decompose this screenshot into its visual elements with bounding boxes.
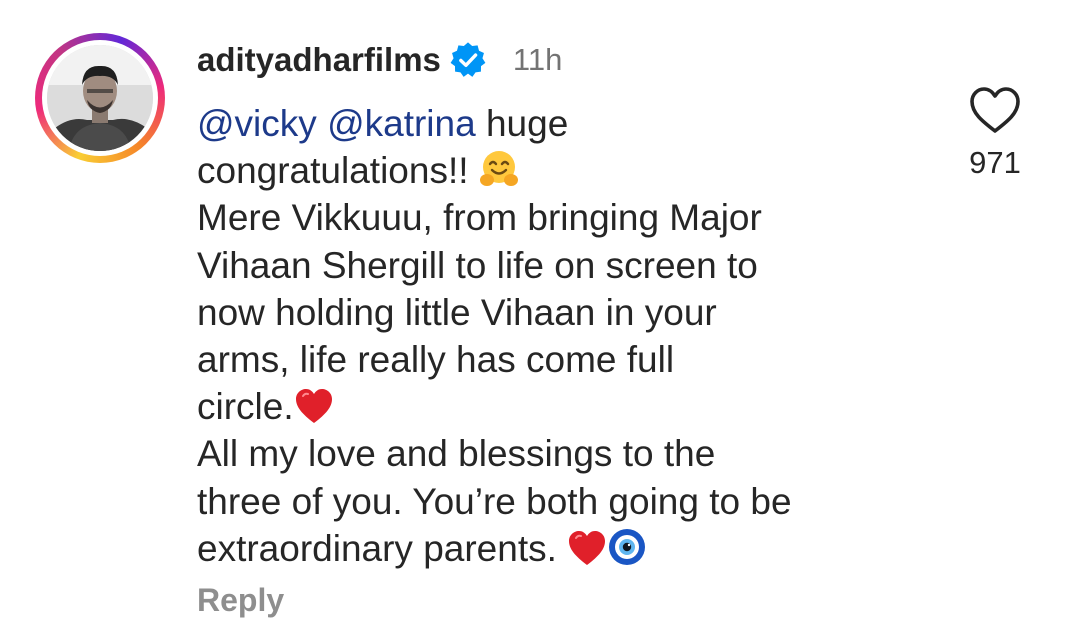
comment-body: @vicky @katrina huge congratulations!! M… (197, 100, 957, 572)
comment-text: extraordinary parents. (197, 527, 568, 569)
avatar-story-ring[interactable] (35, 33, 165, 163)
mention-vicky[interactable]: @vicky (197, 103, 317, 144)
verified-badge-icon (449, 41, 487, 79)
like-button[interactable] (968, 85, 1022, 135)
red-heart-emoji-icon (294, 387, 334, 425)
comment-line-5: now holding little Vihaan in your (197, 291, 717, 333)
hugging-face-emoji-icon (479, 149, 519, 189)
comment-text: huge (475, 103, 569, 144)
comment-line-1: @vicky @katrina huge (197, 100, 957, 147)
comment-text: circle. (197, 386, 294, 428)
comment-line-10: extraordinary parents. (197, 525, 957, 572)
avatar-photo (47, 45, 153, 151)
timestamp: 11h (512, 42, 563, 77)
comment-line-6: arms, life really has come full (197, 339, 675, 381)
red-heart-emoji-icon (567, 529, 607, 567)
reply-button[interactable]: Reply (197, 582, 284, 619)
mention-katrina[interactable]: @katrina (327, 103, 476, 144)
comment-line-8: All my love and blessings to the (197, 433, 716, 475)
like-count: 971 (969, 145, 1021, 180)
comment-text: congratulations!! (197, 150, 479, 192)
comment-line-9: three of you. You’re both going to be (197, 480, 792, 522)
comment-line-4: Vihaan Shergill to life on screen to (197, 244, 758, 286)
comment-line-3: Mere Vikkuuu, from bringing Major (197, 197, 762, 239)
comment-line-2: congratulations!! (197, 147, 957, 194)
avatar[interactable] (47, 45, 153, 151)
comment-header: adityadharfilms 11h (197, 36, 562, 84)
username[interactable]: adityadharfilms (197, 41, 441, 79)
comment-line-7: circle. (197, 383, 957, 430)
nazar-amulet-emoji-icon (607, 527, 647, 567)
heart-outline-icon (970, 87, 1020, 133)
